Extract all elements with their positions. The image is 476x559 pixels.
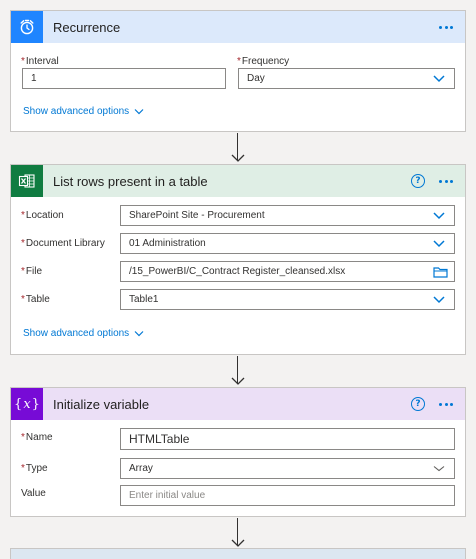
next-step-card-edge: [10, 548, 466, 559]
location-label: *Location: [21, 210, 64, 221]
show-advanced-options-link[interactable]: Show advanced options: [23, 106, 144, 117]
chevron-down-icon: [433, 75, 445, 83]
name-label: *Name: [21, 432, 53, 443]
more-options-icon[interactable]: [435, 171, 457, 191]
value-label: Value: [21, 488, 46, 499]
file-label: *File: [21, 266, 43, 277]
type-dropdown[interactable]: Array: [120, 458, 455, 479]
more-options-icon[interactable]: [435, 394, 457, 414]
connector-arrow: [231, 518, 245, 548]
alarm-clock-icon: [11, 11, 43, 43]
initialize-variable-title: Initialize variable: [53, 396, 150, 412]
document-library-label: *Document Library: [21, 238, 105, 249]
interval-label: *Interval: [21, 56, 59, 67]
initialize-variable-card: {x} Initialize variable ? *Name HTMLTabl…: [10, 387, 466, 517]
folder-icon[interactable]: [433, 266, 448, 278]
recurrence-card: Recurrence *Interval 1 *Frequency Day Sh…: [10, 10, 466, 132]
frequency-dropdown[interactable]: Day: [238, 68, 455, 89]
more-options-icon[interactable]: [435, 17, 457, 37]
variable-icon: {x}: [11, 388, 43, 420]
excel-icon: [11, 165, 43, 197]
list-rows-card: List rows present in a table ? *Location…: [10, 164, 466, 355]
table-dropdown[interactable]: Table1: [120, 289, 455, 310]
show-advanced-options-link[interactable]: Show advanced options: [23, 328, 144, 339]
document-library-dropdown[interactable]: 01 Administration: [120, 233, 455, 254]
chevron-down-icon: [433, 296, 445, 304]
interval-input[interactable]: 1: [22, 68, 226, 89]
name-input[interactable]: HTMLTable: [120, 428, 455, 450]
type-label: *Type: [21, 463, 48, 474]
chevron-down-icon: [134, 109, 144, 115]
chevron-down-icon: [433, 466, 445, 472]
recurrence-title: Recurrence: [53, 19, 121, 35]
value-input[interactable]: Enter initial value: [120, 485, 455, 506]
frequency-label: *Frequency: [237, 56, 290, 67]
connector-arrow: [231, 133, 245, 163]
chevron-down-icon: [433, 240, 445, 248]
chevron-down-icon: [433, 212, 445, 220]
help-icon[interactable]: ?: [411, 397, 425, 411]
list-rows-title: List rows present in a table: [53, 173, 208, 189]
file-input[interactable]: /15_PowerBI/C_Contract Register_cleansed…: [120, 261, 455, 282]
help-icon[interactable]: ?: [411, 174, 425, 188]
location-dropdown[interactable]: SharePoint Site - Procurement: [120, 205, 455, 226]
connector-arrow: [231, 356, 245, 386]
initialize-variable-header[interactable]: {x} Initialize variable ?: [11, 388, 465, 420]
recurrence-header[interactable]: Recurrence: [11, 11, 465, 43]
list-rows-header[interactable]: List rows present in a table ?: [11, 165, 465, 197]
chevron-down-icon: [134, 331, 144, 337]
table-label: *Table: [21, 294, 50, 305]
